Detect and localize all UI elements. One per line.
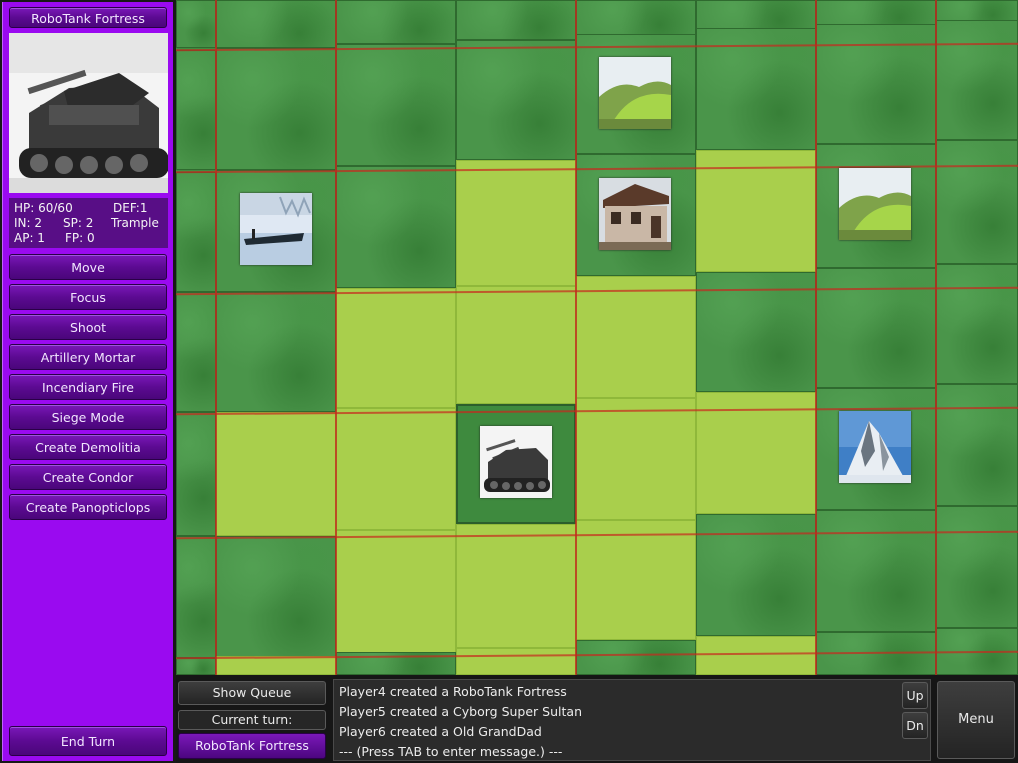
house-structure[interactable] <box>599 178 671 250</box>
action-move-button[interactable]: Move <box>9 254 167 280</box>
hill-terrain-1[interactable] <box>599 57 671 129</box>
lake-boat-terrain[interactable] <box>240 193 312 265</box>
map-tile[interactable] <box>336 44 456 166</box>
map-tile[interactable] <box>936 20 1018 140</box>
map-tile[interactable] <box>176 658 216 675</box>
map-tile[interactable] <box>176 0 216 48</box>
grid-line <box>815 0 817 675</box>
action-artillery-mortar-button[interactable]: Artillery Mortar <box>9 344 167 370</box>
scroll-up-button[interactable]: Up <box>902 682 928 709</box>
map-tile-highlight[interactable] <box>456 524 576 648</box>
map-tile-highlight[interactable] <box>576 398 696 520</box>
action-incendiary-fire-button[interactable]: Incendiary Fire <box>9 374 167 400</box>
unit-panel: RoboTank Fortress HP: 60/60 DEF:1 IN: 2 … <box>2 2 173 761</box>
map-tile[interactable] <box>456 0 576 40</box>
map-tile[interactable] <box>336 0 456 44</box>
map-tile[interactable] <box>176 292 216 412</box>
stat-sp: SP: 2 <box>63 216 94 230</box>
bottom-bar: Show Queue Current turn: RoboTank Fortre… <box>176 675 1018 763</box>
log-line: Player5 created a Cyborg Super Sultan <box>339 704 582 719</box>
map-tile[interactable] <box>936 140 1018 264</box>
action-create-panopticlops-button[interactable]: Create Panopticlops <box>9 494 167 520</box>
grid-line <box>935 0 937 675</box>
stat-hp: HP: 60/60 <box>14 201 73 215</box>
map-tile[interactable] <box>936 0 1018 22</box>
action-create-condor-button[interactable]: Create Condor <box>9 464 167 490</box>
stat-ap: AP: 1 <box>14 231 45 245</box>
unit-sidebar: RoboTank Fortress HP: 60/60 DEF:1 IN: 2 … <box>0 0 176 763</box>
map-tile[interactable] <box>816 268 936 388</box>
map-tile-highlight[interactable] <box>336 408 456 530</box>
map-tile[interactable] <box>176 172 216 292</box>
scroll-down-button[interactable]: Dn <box>902 712 928 739</box>
map-tile[interactable] <box>216 0 336 48</box>
map-tile[interactable] <box>176 50 216 170</box>
grid-line <box>575 0 577 675</box>
map-tile[interactable] <box>176 536 216 658</box>
stat-ability: Trample <box>111 216 159 230</box>
show-queue-button[interactable]: Show Queue <box>178 681 326 705</box>
map-tile-highlight[interactable] <box>456 286 576 404</box>
map-tile[interactable] <box>816 510 936 632</box>
hill-terrain-2[interactable] <box>839 168 911 240</box>
map-tile[interactable] <box>936 264 1018 384</box>
message-log[interactable]: Player4 created a RoboTank Fortress Play… <box>333 679 931 761</box>
action-siege-mode-button[interactable]: Siege Mode <box>9 404 167 430</box>
log-line: Player6 created a Old GrandDad <box>339 724 542 739</box>
map-tile[interactable] <box>936 384 1018 506</box>
map-tile-highlight[interactable] <box>696 636 816 675</box>
mountain-terrain[interactable] <box>839 411 911 483</box>
current-turn-label: Current turn: <box>178 710 326 730</box>
stat-fp: FP: 0 <box>65 231 95 245</box>
unit-name-label: RoboTank Fortress <box>9 7 167 28</box>
map-tile-highlight[interactable] <box>456 160 576 286</box>
log-line: Player4 created a RoboTank Fortress <box>339 684 567 699</box>
map-tile-highlight[interactable] <box>456 648 576 675</box>
map-tile[interactable] <box>216 536 336 658</box>
robotank-fortress-unit[interactable] <box>480 426 552 498</box>
map-tile[interactable] <box>176 412 216 536</box>
map-tile[interactable] <box>336 166 456 288</box>
game-map[interactable] <box>176 0 1018 675</box>
action-focus-button[interactable]: Focus <box>9 284 167 310</box>
map-tile-highlight[interactable] <box>216 412 336 536</box>
log-prompt: --- (Press TAB to enter message.) --- <box>339 744 563 759</box>
map-tile[interactable] <box>216 292 336 412</box>
map-tile[interactable] <box>576 0 696 36</box>
map-tile-highlight[interactable] <box>336 530 456 654</box>
unit-stats: HP: 60/60 DEF:1 IN: 2 SP: 2 Trample AP: … <box>9 198 168 248</box>
map-tile[interactable] <box>816 0 936 26</box>
map-tile[interactable] <box>936 506 1018 628</box>
menu-button[interactable]: Menu <box>937 681 1015 759</box>
stat-def: DEF:1 <box>113 201 148 215</box>
map-tile[interactable] <box>696 0 816 30</box>
stat-in: IN: 2 <box>14 216 43 230</box>
map-tile[interactable] <box>576 640 696 675</box>
grid-line <box>335 0 337 675</box>
action-shoot-button[interactable]: Shoot <box>9 314 167 340</box>
map-tile-highlight[interactable] <box>576 520 696 640</box>
unit-portrait <box>9 33 168 193</box>
map-tile-highlight[interactable] <box>336 288 456 408</box>
end-turn-button[interactable]: End Turn <box>9 726 167 756</box>
grid-line <box>215 0 217 675</box>
map-tile-highlight[interactable] <box>576 276 696 398</box>
map-tile[interactable] <box>816 24 936 144</box>
current-turn-unit[interactable]: RoboTank Fortress <box>178 733 326 759</box>
action-create-demolitia-button[interactable]: Create Demolitia <box>9 434 167 460</box>
map-tile[interactable] <box>216 48 336 170</box>
map-tile[interactable] <box>456 40 576 160</box>
